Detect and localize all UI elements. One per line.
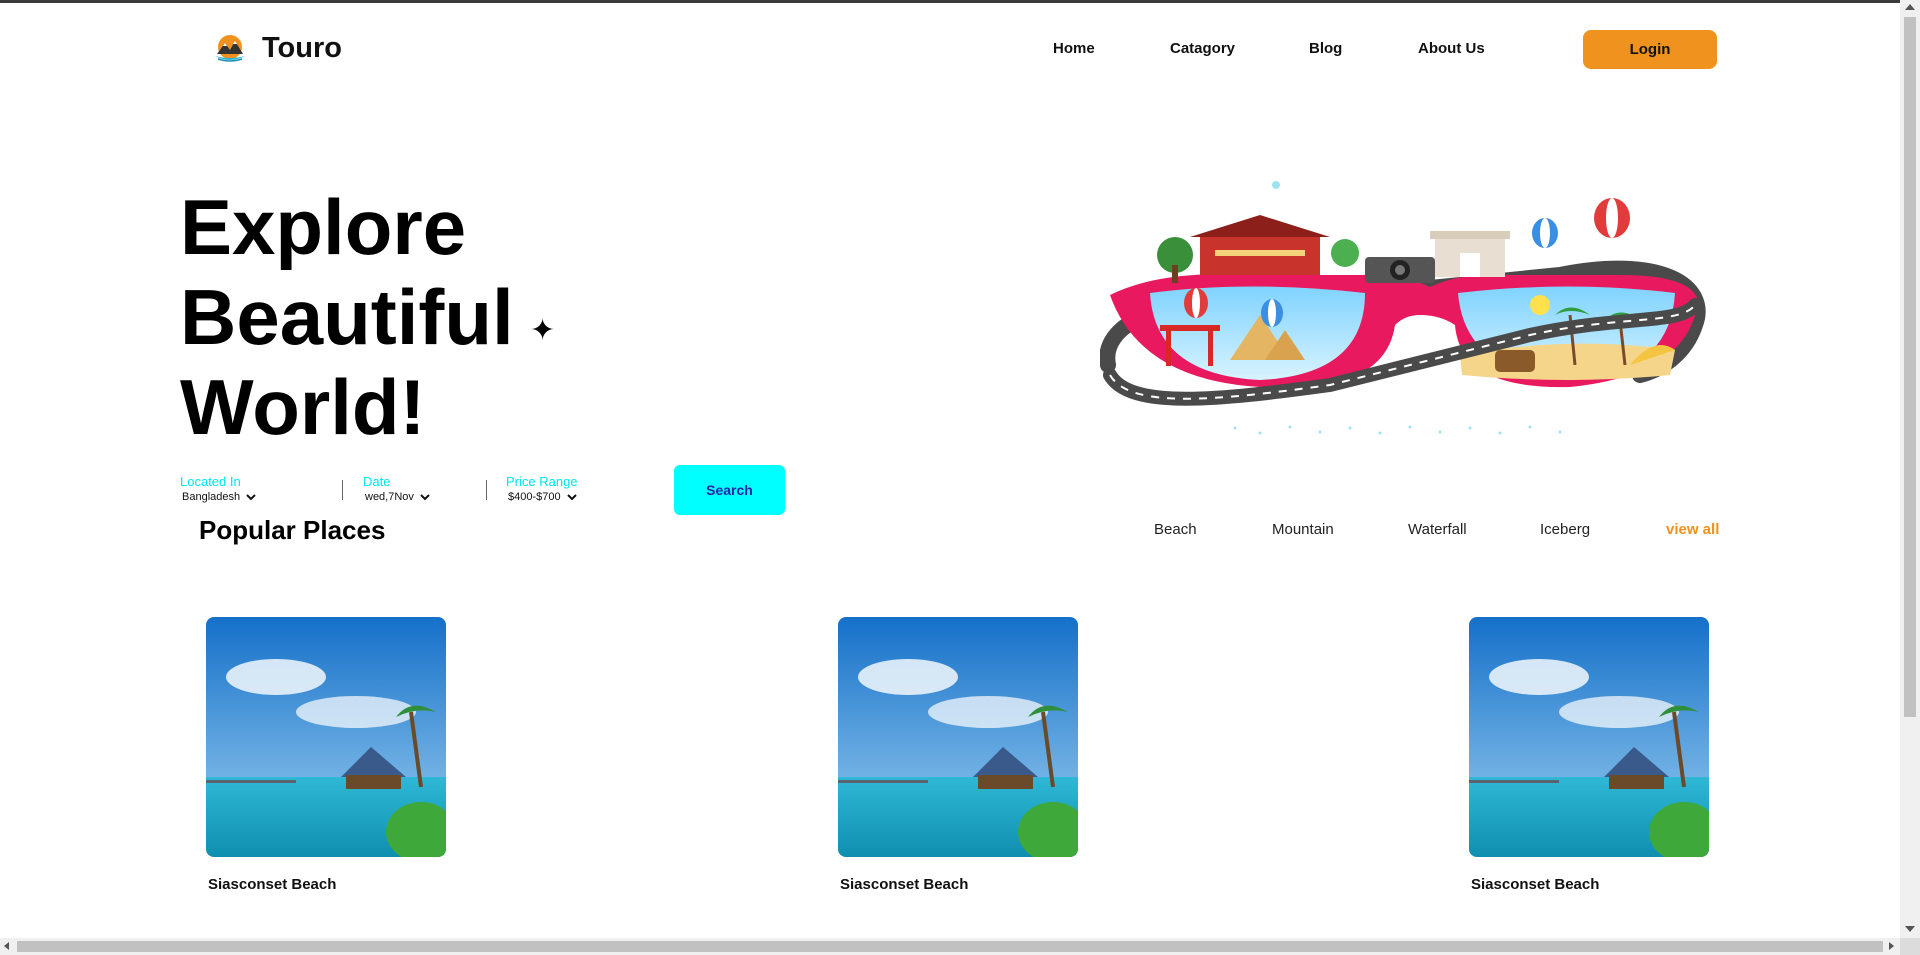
chevron-down-icon bbox=[566, 494, 577, 501]
brand-name: Touro bbox=[262, 31, 342, 64]
beach-photo bbox=[206, 617, 446, 857]
category-tab-mountain[interactable]: Mountain bbox=[1272, 521, 1334, 538]
login-button[interactable]: Login bbox=[1583, 30, 1717, 69]
horizontal-scroll-thumb[interactable] bbox=[17, 941, 1883, 952]
place-card-title: Siasconset Beach bbox=[1471, 876, 1600, 893]
price-field[interactable]: Price Range $400-$700 bbox=[506, 474, 578, 503]
category-tab-beach[interactable]: Beach bbox=[1154, 521, 1197, 538]
scrollbar-corner bbox=[1900, 938, 1920, 955]
price-label: Price Range bbox=[506, 474, 578, 489]
horizontal-scrollbar[interactable] bbox=[0, 938, 1900, 955]
section-title: Popular Places bbox=[199, 515, 386, 545]
category-tab-waterfall[interactable]: Waterfall bbox=[1408, 521, 1467, 538]
location-label: Located In bbox=[180, 474, 241, 489]
place-card-title: Siasconset Beach bbox=[840, 876, 969, 893]
place-card[interactable]: Siasconset Beach bbox=[206, 617, 446, 893]
place-card-title: Siasconset Beach bbox=[208, 876, 337, 893]
beach-photo bbox=[1469, 617, 1709, 857]
scroll-up-icon[interactable] bbox=[1905, 4, 1915, 10]
chevron-down-icon bbox=[246, 494, 256, 501]
date-value: wed,7Nov bbox=[365, 491, 414, 503]
hero-title-line-2: Beautiful bbox=[180, 273, 514, 361]
chevron-down-icon bbox=[420, 494, 430, 501]
scroll-right-icon[interactable] bbox=[1889, 942, 1894, 950]
price-value: $400-$700 bbox=[508, 491, 561, 503]
travel-sunglasses-illustration bbox=[1100, 181, 1706, 435]
view-all-link[interactable]: view all bbox=[1666, 521, 1719, 538]
place-card[interactable]: Siasconset Beach bbox=[1469, 617, 1709, 893]
location-field[interactable]: Located In Bangladesh bbox=[180, 474, 256, 503]
field-divider bbox=[486, 480, 487, 500]
nav-about-us[interactable]: About Us bbox=[1418, 40, 1485, 57]
hero-title-line-3: World! bbox=[180, 363, 426, 451]
sparkle-icon: ✦ bbox=[530, 314, 556, 347]
date-select[interactable]: wed,7Nov bbox=[365, 491, 430, 503]
brand-logo[interactable]: Touro bbox=[212, 30, 342, 66]
mountain-logo-icon bbox=[215, 35, 245, 62]
beach-photo bbox=[838, 617, 1078, 857]
location-select[interactable]: Bangladesh bbox=[182, 491, 256, 503]
nav-home[interactable]: Home bbox=[1053, 40, 1095, 57]
price-select[interactable]: $400-$700 bbox=[508, 491, 578, 503]
date-field[interactable]: Date wed,7Nov bbox=[363, 474, 430, 503]
scroll-down-icon[interactable] bbox=[1905, 926, 1915, 932]
place-card[interactable]: Siasconset Beach bbox=[838, 617, 1078, 893]
scroll-left-icon[interactable] bbox=[4, 942, 9, 950]
nav-catagory[interactable]: Catagory bbox=[1170, 40, 1235, 57]
search-button[interactable]: Search bbox=[674, 465, 785, 515]
nav-blog[interactable]: Blog bbox=[1309, 40, 1342, 57]
location-value: Bangladesh bbox=[182, 491, 241, 503]
field-divider bbox=[342, 480, 343, 500]
hero-title-line-1: Explore bbox=[180, 183, 467, 271]
category-tab-iceberg[interactable]: Iceberg bbox=[1540, 521, 1590, 538]
browser-top-border bbox=[0, 0, 1920, 3]
date-label: Date bbox=[363, 474, 391, 489]
vertical-scroll-thumb[interactable] bbox=[1904, 17, 1916, 717]
vertical-scrollbar[interactable] bbox=[1900, 0, 1920, 938]
